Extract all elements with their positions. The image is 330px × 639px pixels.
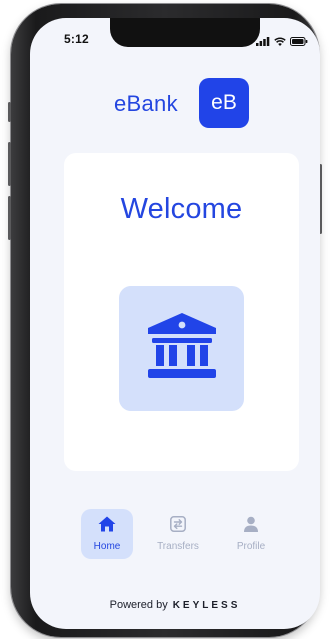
- brand-logo-text: eB: [211, 91, 237, 114]
- volume-down-button: [8, 196, 11, 240]
- user-icon: [243, 516, 259, 537]
- app-header: eBank eB: [30, 78, 320, 128]
- welcome-title: Welcome: [120, 193, 243, 225]
- camera-notch: [110, 18, 260, 47]
- transfer-icon: [170, 516, 186, 537]
- nav-label-profile: Profile: [236, 541, 266, 552]
- signal-icon: [256, 33, 270, 51]
- bottom-nav: Home Transfers Profile: [30, 509, 320, 561]
- nav-item-profile[interactable]: Profile: [225, 509, 277, 559]
- brand-name: eBank: [114, 91, 178, 116]
- home-icon: [98, 516, 116, 537]
- status-time: 5:12: [64, 32, 89, 46]
- volume-up-button: [8, 142, 11, 186]
- mute-switch: [8, 102, 11, 122]
- app-screen: 5:12 eBank eB Welcome Home Transfers Pro…: [30, 18, 320, 629]
- status-icons: [256, 33, 308, 51]
- nav-item-home[interactable]: Home: [81, 509, 133, 559]
- nav-item-transfers[interactable]: Transfers: [152, 509, 204, 559]
- powered-by-text: Powered by: [109, 599, 168, 611]
- nav-label-home: Home: [93, 541, 121, 552]
- phone-frame: 5:12 eBank eB Welcome Home Transfers Pro…: [8, 4, 322, 637]
- powered-by-footer: Powered by KEYLESS: [30, 599, 320, 611]
- keyless-logo: KEYLESS: [172, 600, 241, 611]
- nav-label-transfers: Transfers: [157, 541, 199, 552]
- welcome-card: Welcome: [64, 153, 299, 471]
- brand-logo: eB: [199, 78, 249, 128]
- battery-icon: [290, 33, 308, 51]
- wifi-icon: [274, 33, 286, 51]
- bank-tile: [119, 286, 244, 411]
- bank-building-icon: [146, 313, 218, 384]
